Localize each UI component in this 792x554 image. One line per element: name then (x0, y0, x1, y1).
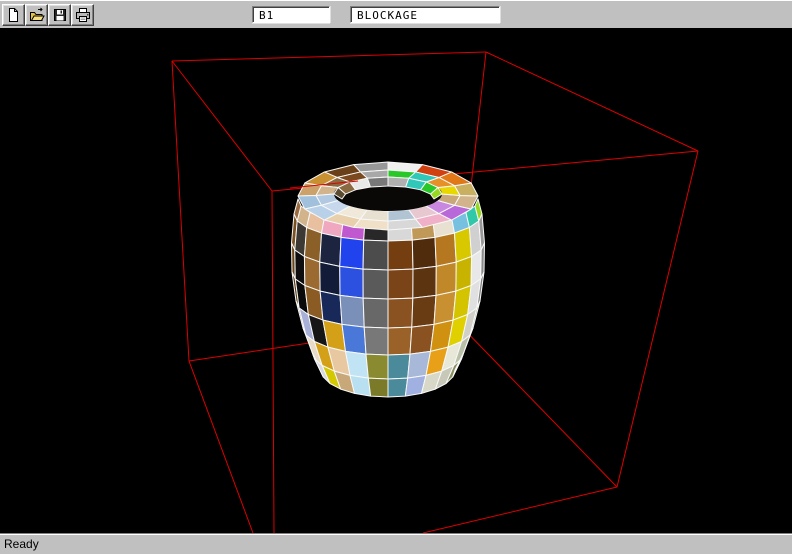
wireframe-edge (617, 151, 698, 487)
wireframe-edge (172, 52, 486, 61)
block-name-field[interactable] (252, 6, 330, 23)
barrel-wall-quad (388, 378, 408, 397)
save-button[interactable] (48, 4, 71, 26)
application-window: Ready (0, 0, 792, 554)
barrel-wall-quad (413, 266, 436, 298)
barrel-wall-quad (320, 262, 340, 295)
status-bar: Ready (0, 533, 792, 554)
status-text: Ready (4, 537, 39, 551)
barrel-wall-quad (320, 233, 341, 266)
barrel-wall-quad (388, 269, 413, 299)
barrel-wall-quad (364, 327, 388, 355)
barrel-wall-quad (434, 291, 456, 324)
barrel-wall-quad (320, 291, 342, 324)
scene-canvas (0, 28, 792, 533)
wireframe-edge (172, 61, 189, 361)
barrel-wall-quad (342, 324, 366, 354)
block-type-field[interactable] (350, 6, 500, 23)
barrel-wall-quad (366, 354, 388, 379)
barrel-wall-quad (368, 378, 388, 397)
new-document-icon (6, 7, 22, 23)
toolbar (0, 0, 792, 28)
barrel-wall-quad (388, 240, 413, 270)
wireframe-edge (423, 487, 617, 533)
wireframe-edge (172, 61, 272, 191)
wireframe-edge (456, 321, 617, 487)
barrel-wall-quad (388, 298, 413, 328)
open-folder-icon (29, 7, 45, 23)
barrel-inner-wall-quad (388, 177, 409, 187)
barrel-wall-quad (388, 327, 412, 355)
wireframe-edge (189, 361, 253, 533)
barrel-wall-quad (304, 228, 321, 263)
barrel-wall-quad (454, 228, 471, 263)
mesh-barrel (292, 162, 485, 397)
save-icon (52, 7, 68, 23)
wireframe-edge (272, 191, 274, 533)
wireframe-edge (486, 52, 698, 151)
viewport-3d[interactable] (0, 28, 792, 533)
barrel-wall-quad (340, 237, 364, 269)
print-button[interactable] (71, 4, 94, 26)
barrel-wall-quad (435, 233, 456, 266)
barrel-inner-wall-quad (367, 177, 388, 187)
barrel-wall-quad (363, 298, 388, 328)
barrel-wall-quad (388, 354, 410, 379)
barrel-wall-quad (340, 266, 363, 298)
barrel-wall-quad (412, 237, 436, 269)
print-icon (75, 7, 91, 23)
new-document-button[interactable] (2, 4, 25, 26)
barrel-wall-quad (436, 262, 456, 295)
barrel-wall-quad (412, 295, 436, 327)
barrel-wall-quad (340, 295, 364, 327)
open-file-button[interactable] (25, 4, 48, 26)
barrel-wall-quad (363, 269, 388, 299)
barrel-wall-quad (363, 240, 388, 270)
